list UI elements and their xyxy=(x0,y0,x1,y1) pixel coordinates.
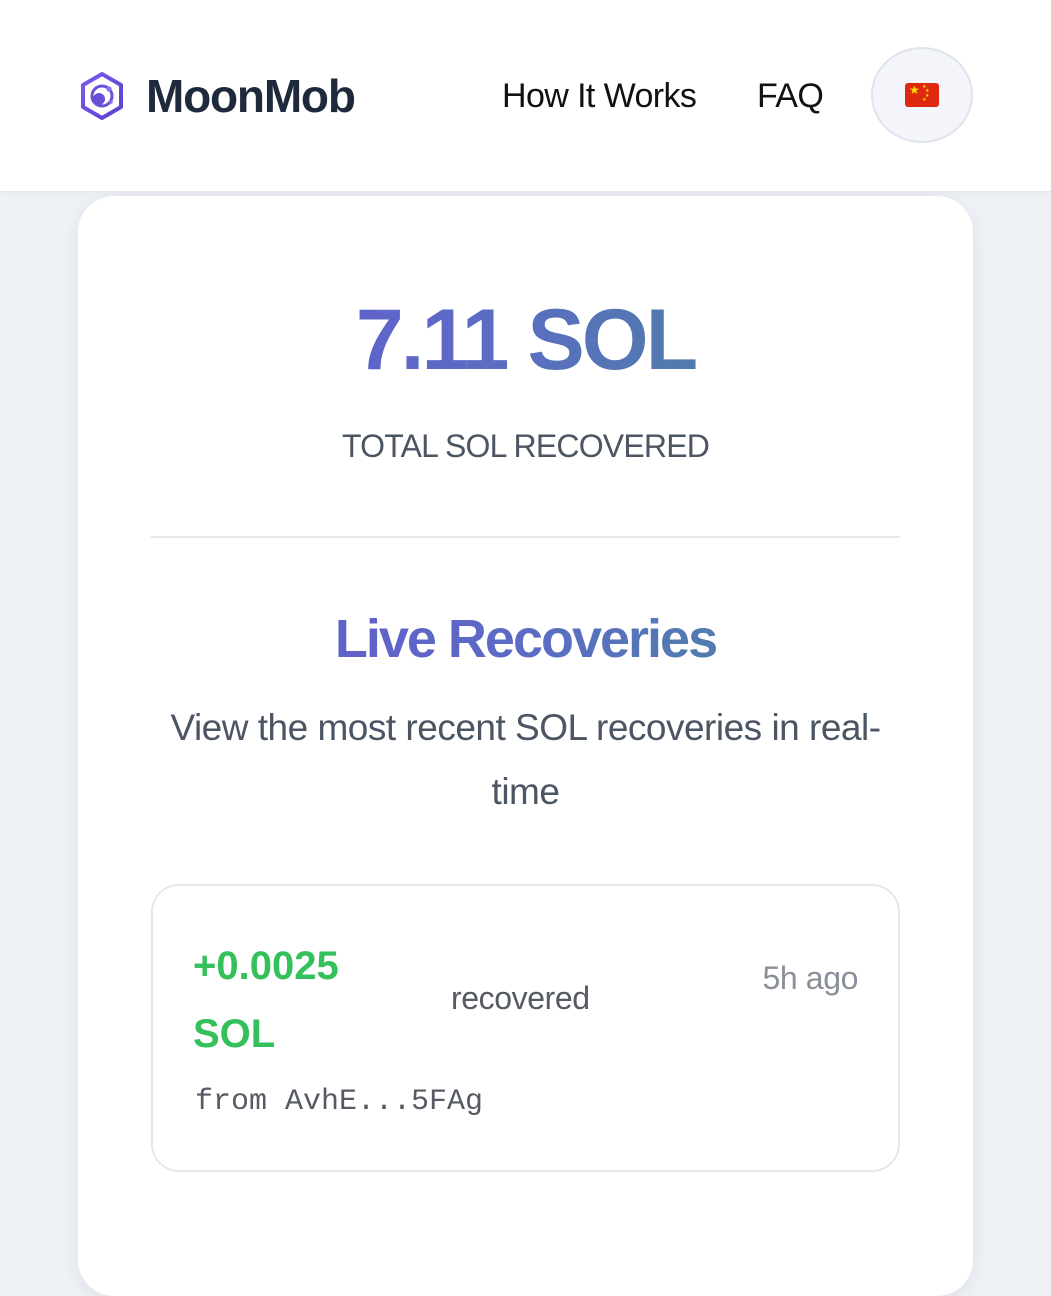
total-sol-amount: 7.11 SOL xyxy=(0,290,1051,390)
live-recoveries-subtitle: View the most recent SOL recoveries in r… xyxy=(170,707,881,812)
live-recoveries-title: Live Recoveries xyxy=(0,606,1051,672)
recovery-timestamp: 5h ago xyxy=(762,960,859,996)
nav-faq[interactable]: FAQ xyxy=(757,72,824,120)
language-switcher-button[interactable]: ★ ★ ★ ★ ★ xyxy=(871,47,973,143)
china-flag-icon: ★ ★ ★ ★ ★ xyxy=(905,83,939,107)
section-divider xyxy=(151,536,900,538)
recovery-verb: recovered xyxy=(451,980,590,1016)
moonmob-logo-icon xyxy=(81,72,123,120)
brand-logo-link[interactable]: MoonMob xyxy=(80,66,356,126)
top-navbar: MoonMob How It Works FAQ ★ ★ ★ ★ ★ xyxy=(0,0,1051,192)
recovery-source-address: from AvhE...5FAg xyxy=(195,1085,484,1119)
brand-name: MoonMob xyxy=(146,70,356,122)
nav-how-it-works[interactable]: How It Works xyxy=(502,72,697,120)
recovery-amount: +0.0025 SOL xyxy=(193,944,339,1056)
total-sol-label: TOTAL SOL RECOVERED xyxy=(341,428,710,464)
recovery-list-item: +0.0025 SOL recovered 5h ago from AvhE..… xyxy=(151,884,900,1172)
